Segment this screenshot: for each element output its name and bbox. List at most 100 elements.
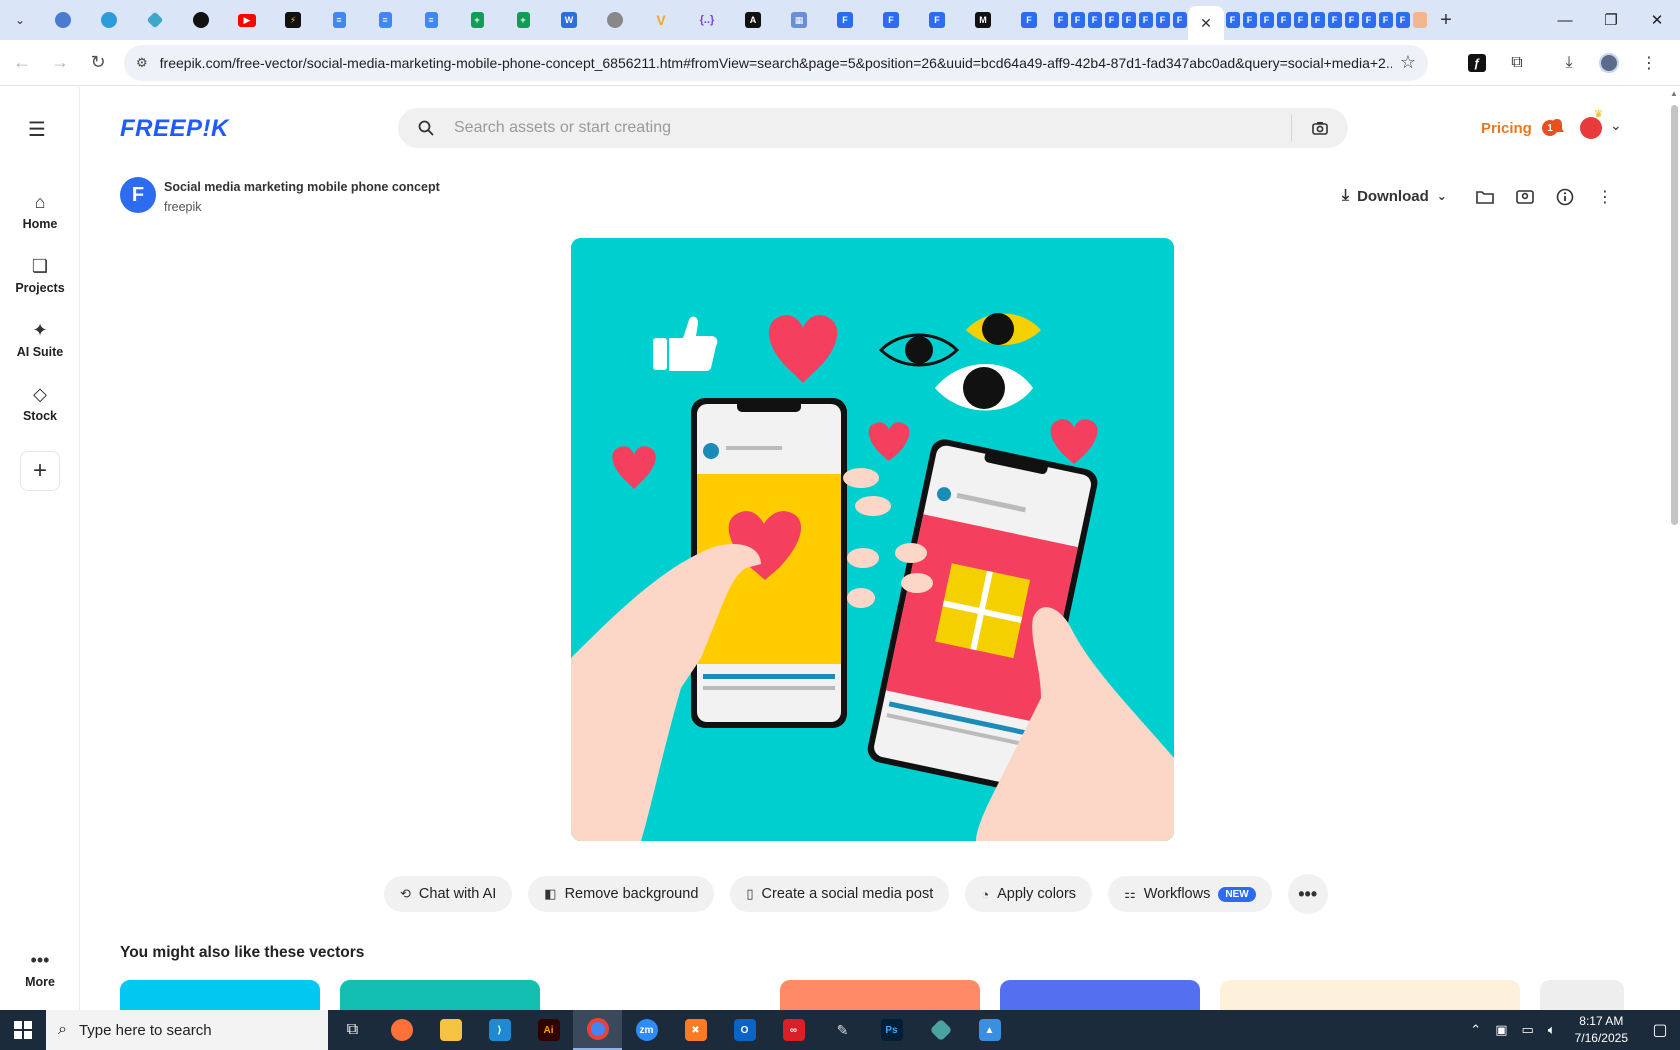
device-icon[interactable]: ▣ xyxy=(1495,1022,1507,1038)
tab[interactable]: F xyxy=(1343,0,1360,40)
notifications-bell-icon[interactable]: 1 xyxy=(1542,116,1564,138)
search-icon[interactable] xyxy=(398,120,454,136)
more-tools-button[interactable]: ••• xyxy=(1287,874,1328,914)
restore-icon[interactable]: ❐ xyxy=(1588,0,1634,40)
collection-icon[interactable] xyxy=(1512,184,1538,210)
freepik-logo[interactable]: FREEP!K xyxy=(120,115,229,143)
tab[interactable]: F xyxy=(1006,0,1052,40)
sidebar-item-projects[interactable]: ❏ Projects xyxy=(0,255,80,295)
chrome-icon[interactable] xyxy=(573,1010,622,1050)
chevron-down-icon[interactable]: ⌄ xyxy=(1610,117,1622,134)
chevron-up-icon[interactable]: ⌃ xyxy=(1470,1022,1481,1038)
windows-start-icon[interactable] xyxy=(0,1010,46,1050)
scroll-thumb[interactable] xyxy=(1671,105,1678,525)
volume-icon[interactable]: 🔈︎ xyxy=(1548,1022,1556,1038)
tab[interactable]: F xyxy=(1241,0,1258,40)
tab-search-chevron-icon[interactable]: ⌄ xyxy=(0,0,40,40)
sidebar-item-home[interactable]: ⌂ Home xyxy=(0,191,80,231)
folder-add-icon[interactable] xyxy=(1472,184,1498,210)
photos-icon[interactable]: ▲ xyxy=(965,1010,1014,1050)
tab[interactable]: V xyxy=(638,0,684,40)
tab[interactable]: F xyxy=(1069,0,1086,40)
add-tool-button[interactable]: + xyxy=(20,451,60,491)
site-settings-icon[interactable]: ⚙ xyxy=(136,55,148,71)
apply-colors-button[interactable]: ◔ Apply colors xyxy=(965,876,1093,912)
tab[interactable]: W xyxy=(546,0,592,40)
profile-icon[interactable] xyxy=(1590,45,1628,81)
firefox-icon[interactable] xyxy=(377,1010,426,1050)
tab[interactable]: A xyxy=(730,0,776,40)
tab[interactable] xyxy=(1411,0,1428,40)
url-text[interactable]: freepik.com/free-vector/social-media-mar… xyxy=(160,55,1392,71)
browser-menu-icon[interactable]: ⋮ xyxy=(1630,45,1668,81)
tab[interactable]: M xyxy=(960,0,1006,40)
tab[interactable]: + xyxy=(500,0,546,40)
tab[interactable]: F xyxy=(1224,0,1241,40)
bookmark-star-icon[interactable]: ☆ xyxy=(1400,52,1416,73)
notification-center-icon[interactable]: ▢ xyxy=(1640,1010,1680,1050)
tab[interactable]: F xyxy=(868,0,914,40)
tab[interactable]: F xyxy=(1258,0,1275,40)
sidebar-item-ai-suite[interactable]: ✦ AI Suite xyxy=(0,319,80,359)
tab[interactable]: F xyxy=(1171,0,1188,40)
network-icon[interactable]: ▭ xyxy=(1522,1022,1534,1038)
minimize-icon[interactable]: — xyxy=(1542,0,1588,40)
illustrator-icon[interactable]: Ai xyxy=(524,1010,573,1050)
zoom-icon[interactable]: zm xyxy=(622,1010,671,1050)
tab[interactable]: ▶ xyxy=(224,0,270,40)
workflows-button[interactable]: ⚏ Workflows NEW xyxy=(1108,876,1272,912)
tab[interactable]: F xyxy=(1052,0,1069,40)
tab[interactable]: ≡ xyxy=(316,0,362,40)
tab[interactable] xyxy=(40,0,86,40)
clock[interactable]: 8:17 AM 7/16/2025 xyxy=(1575,1013,1628,1047)
tab[interactable]: F xyxy=(1275,0,1292,40)
chat-with-ai-button[interactable]: ⟲ Chat with AI xyxy=(384,876,513,912)
new-tab-button[interactable]: + xyxy=(1428,0,1464,40)
creative-cloud-icon[interactable]: ∞ xyxy=(769,1010,818,1050)
camera-search-icon[interactable] xyxy=(1292,121,1348,135)
tab[interactable]: F xyxy=(1154,0,1171,40)
app-cube-icon[interactable] xyxy=(916,1010,965,1050)
tab[interactable]: F xyxy=(1326,0,1343,40)
tab[interactable] xyxy=(178,0,224,40)
file-explorer-icon[interactable] xyxy=(426,1010,475,1050)
tab[interactable]: ⚡ xyxy=(270,0,316,40)
tab[interactable]: F xyxy=(822,0,868,40)
photoshop-icon[interactable]: Ps xyxy=(867,1010,916,1050)
tab[interactable]: F xyxy=(1120,0,1137,40)
tab-active[interactable]: ✕ xyxy=(1188,6,1224,40)
outlook-icon[interactable]: O xyxy=(720,1010,769,1050)
tab[interactable]: F xyxy=(1394,0,1411,40)
tab[interactable] xyxy=(592,0,638,40)
tab[interactable] xyxy=(132,0,178,40)
vscode-icon[interactable]: ⟩ xyxy=(475,1010,524,1050)
reload-icon[interactable]: ↻ xyxy=(82,47,114,79)
tab[interactable]: + xyxy=(454,0,500,40)
page-scrollbar[interactable]: ▲ xyxy=(1668,87,1680,1010)
back-arrow-icon[interactable]: ← xyxy=(6,47,38,79)
tab[interactable]: F xyxy=(1137,0,1154,40)
tab[interactable]: F xyxy=(1360,0,1377,40)
pricing-link[interactable]: Pricing xyxy=(1481,120,1532,137)
taskbar-search[interactable]: ⌕ Type here to search xyxy=(46,1010,328,1050)
more-options-icon[interactable]: ⋮ xyxy=(1592,184,1618,210)
sidebar-item-more[interactable]: ••• More xyxy=(0,949,80,989)
tab[interactable]: F xyxy=(1309,0,1326,40)
tab[interactable]: ≡ xyxy=(408,0,454,40)
sidebar-item-stock[interactable]: ◇ Stock xyxy=(0,383,80,423)
tab[interactable]: F xyxy=(914,0,960,40)
user-avatar[interactable] xyxy=(1580,117,1602,139)
extensions-puzzle-icon[interactable]: ⧉ xyxy=(1498,45,1536,81)
tab[interactable]: ≡ xyxy=(362,0,408,40)
create-social-post-button[interactable]: ▯ Create a social media post xyxy=(730,876,950,912)
downloads-icon[interactable]: ⤓ xyxy=(1550,45,1588,81)
tab[interactable]: F xyxy=(1103,0,1120,40)
xampp-icon[interactable]: ✖ xyxy=(671,1010,720,1050)
asset-preview-image[interactable] xyxy=(571,238,1174,841)
tab[interactable] xyxy=(86,0,132,40)
hamburger-menu-icon[interactable]: ☰ xyxy=(28,117,46,142)
tab[interactable]: F xyxy=(1292,0,1309,40)
tab[interactable]: {..} xyxy=(684,0,730,40)
author-avatar[interactable]: F xyxy=(120,177,156,213)
tab[interactable]: F xyxy=(1086,0,1103,40)
